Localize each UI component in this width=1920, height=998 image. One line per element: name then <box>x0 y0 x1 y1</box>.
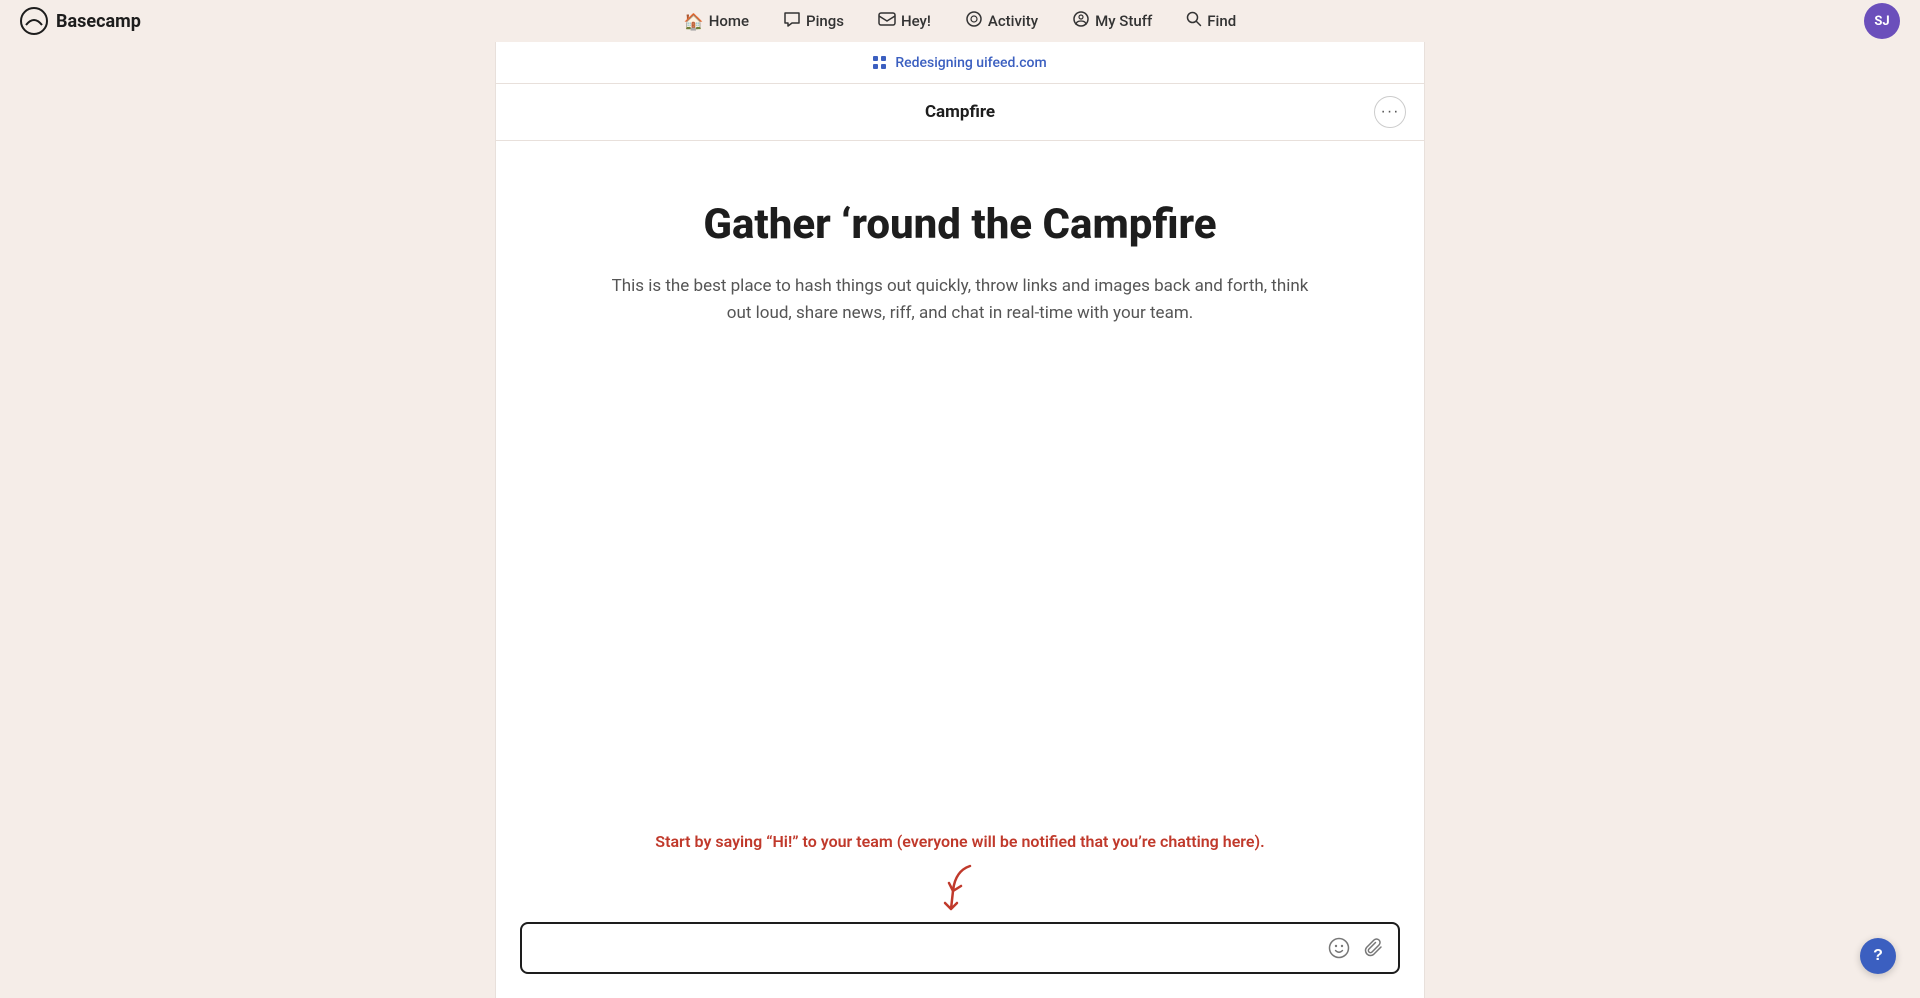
chat-input[interactable] <box>534 926 1326 971</box>
nav-item-find[interactable]: Find <box>1172 5 1250 37</box>
project-link-text: Redesigning uifeed.com <box>895 55 1046 71</box>
avatar-initials: SJ <box>1874 14 1889 29</box>
campfire-header: Campfire ··· <box>496 84 1424 141</box>
nav-label-pings: Pings <box>806 12 844 30</box>
nav-label-my-stuff: My Stuff <box>1095 12 1152 30</box>
emoji-button[interactable] <box>1326 935 1352 961</box>
project-link[interactable]: Redesigning uifeed.com <box>873 55 1046 71</box>
attachment-icon <box>1364 937 1384 959</box>
arrow-icon <box>935 861 985 916</box>
nav-label-hey: Hey! <box>901 12 931 30</box>
pings-icon <box>783 11 801 31</box>
logo-text: Basecamp <box>56 11 141 32</box>
find-icon <box>1186 11 1202 31</box>
nav-item-home[interactable]: 🏠 Home <box>670 6 763 37</box>
activity-icon <box>965 11 983 31</box>
main-wrapper: Redesigning uifeed.com Campfire ··· Gath… <box>0 42 1920 998</box>
content-panel: Redesigning uifeed.com Campfire ··· Gath… <box>495 42 1425 998</box>
arrow-container <box>935 861 985 916</box>
nav-item-pings[interactable]: Pings <box>769 5 858 37</box>
chat-input-wrapper <box>520 922 1400 974</box>
my-stuff-icon <box>1072 11 1090 31</box>
nav-label-home: Home <box>709 12 749 30</box>
nav-item-activity[interactable]: Activity <box>951 5 1052 37</box>
nav-label-find: Find <box>1207 12 1236 30</box>
ellipsis-icon: ··· <box>1381 103 1400 121</box>
nav-item-hey[interactable]: Hey! <box>864 5 945 37</box>
nav-item-my-stuff[interactable]: My Stuff <box>1058 5 1166 37</box>
chat-bottom-area: Start by saying “Hi!” to your team (ever… <box>496 832 1424 998</box>
hey-icon <box>878 11 896 31</box>
nav-label-activity: Activity <box>988 12 1038 30</box>
project-bar: Redesigning uifeed.com <box>496 42 1424 84</box>
campfire-hero-title: Gather ‘round the Campfire <box>703 201 1216 249</box>
help-icon: ? <box>1873 947 1883 965</box>
campfire-title: Campfire <box>925 102 995 122</box>
emoji-icon <box>1328 937 1350 959</box>
attachment-button[interactable] <box>1362 935 1386 961</box>
campfire-hero-description: This is the best place to hash things ou… <box>610 273 1310 327</box>
basecamp-logo-icon <box>20 7 48 35</box>
logo[interactable]: Basecamp <box>20 7 141 35</box>
project-grid-icon <box>873 56 887 70</box>
help-button[interactable]: ? <box>1860 938 1896 974</box>
top-navigation: Basecamp 🏠 Home Pings Hey! <box>0 0 1920 42</box>
home-icon: 🏠 <box>684 12 704 31</box>
campfire-menu-button[interactable]: ··· <box>1374 96 1406 128</box>
chat-content-area: Gather ‘round the Campfire This is the b… <box>496 141 1424 832</box>
cta-text: Start by saying “Hi!” to your team (ever… <box>655 832 1264 851</box>
user-avatar[interactable]: SJ <box>1864 3 1900 39</box>
chat-input-icons <box>1326 935 1386 961</box>
nav-center-items: 🏠 Home Pings Hey! <box>670 5 1250 37</box>
